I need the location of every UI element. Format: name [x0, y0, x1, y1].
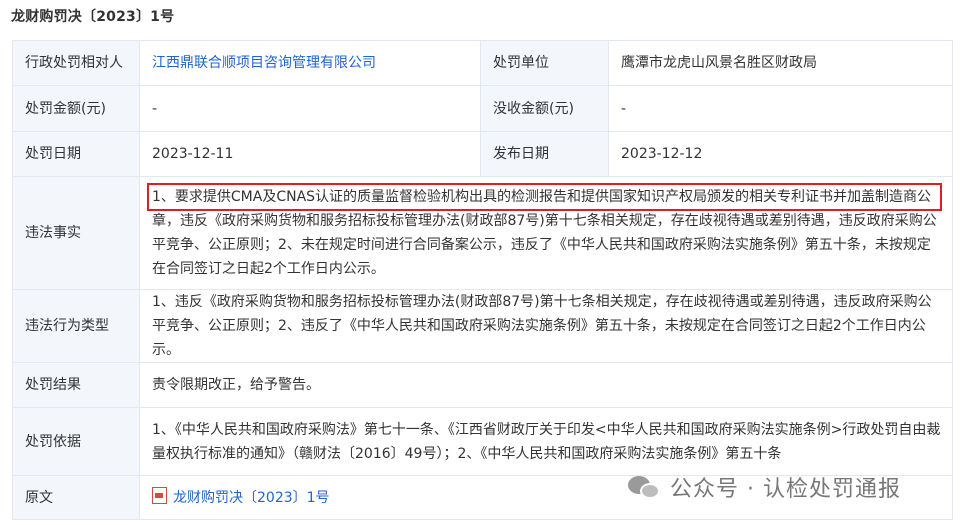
table-row: 处罚日期 2023-12-11 发布日期 2023-12-12 [12, 131, 953, 177]
confiscated-label: 没收金额(元) [480, 85, 609, 132]
original-document-link[interactable]: 龙财购罚决〔2023〕1号 [173, 490, 330, 506]
party-label: 行政处罚相对人 [12, 40, 140, 86]
party-link[interactable]: 江西鼎联合顺项目咨询管理有限公司 [152, 55, 376, 71]
basis-value: 1、《中华人民共和国政府采购法》第七十一条、《江西省财政厅关于印发<中华人民共和… [139, 407, 953, 476]
result-label: 处罚结果 [12, 362, 140, 408]
original-label: 原文 [12, 475, 140, 520]
violation-type-value: 1、违反《政府采购货物和服务招标投标管理办法(财政部87号)第十七条相关规定，存… [139, 289, 953, 363]
facts-value: 1、要求提供CMA及CNAS认证的质量监督检验机构出具的检测报告和提供国家知识产… [139, 176, 953, 290]
confiscated-value: - [608, 85, 953, 132]
pdf-icon [152, 486, 167, 504]
page-title: 龙财购罚决〔2023〕1号 [11, 9, 175, 25]
table-row: 违法行为类型 1、违反《政府采购货物和服务招标投标管理办法(财政部87号)第十七… [12, 289, 953, 363]
watermark-text: 公众号 · 认检处罚通报 [670, 477, 901, 502]
date-value: 2023-12-11 [139, 131, 481, 177]
amount-label: 处罚金额(元) [12, 85, 140, 132]
unit-value: 鹰潭市龙虎山风景名胜区财政局 [608, 40, 953, 86]
table-row: 处罚金额(元) - 没收金额(元) - [12, 85, 953, 132]
table-row: 处罚结果 责令限期改正，给予警告。 [12, 362, 953, 408]
publish-label: 发布日期 [480, 131, 609, 177]
publish-value: 2023-12-12 [608, 131, 953, 177]
watermark: 公众号 · 认检处罚通报 [628, 471, 901, 503]
facts-label: 违法事实 [12, 176, 140, 290]
violation-type-label: 违法行为类型 [12, 289, 140, 363]
basis-label: 处罚依据 [12, 407, 140, 476]
table-row: 违法事实 1、要求提供CMA及CNAS认证的质量监督检验机构出具的检测报告和提供… [12, 176, 953, 290]
amount-value: - [139, 85, 481, 132]
penalty-detail-table: 行政处罚相对人 江西鼎联合顺项目咨询管理有限公司 处罚单位 鹰潭市龙虎山风景名胜… [12, 40, 953, 520]
unit-label: 处罚单位 [480, 40, 609, 86]
result-value: 责令限期改正，给予警告。 [139, 362, 953, 408]
table-row: 行政处罚相对人 江西鼎联合顺项目咨询管理有限公司 处罚单位 鹰潭市龙虎山风景名胜… [12, 40, 953, 86]
date-label: 处罚日期 [12, 131, 140, 177]
table-row: 处罚依据 1、《中华人民共和国政府采购法》第七十一条、《江西省财政厅关于印发<中… [12, 407, 953, 476]
wechat-icon [628, 474, 660, 500]
